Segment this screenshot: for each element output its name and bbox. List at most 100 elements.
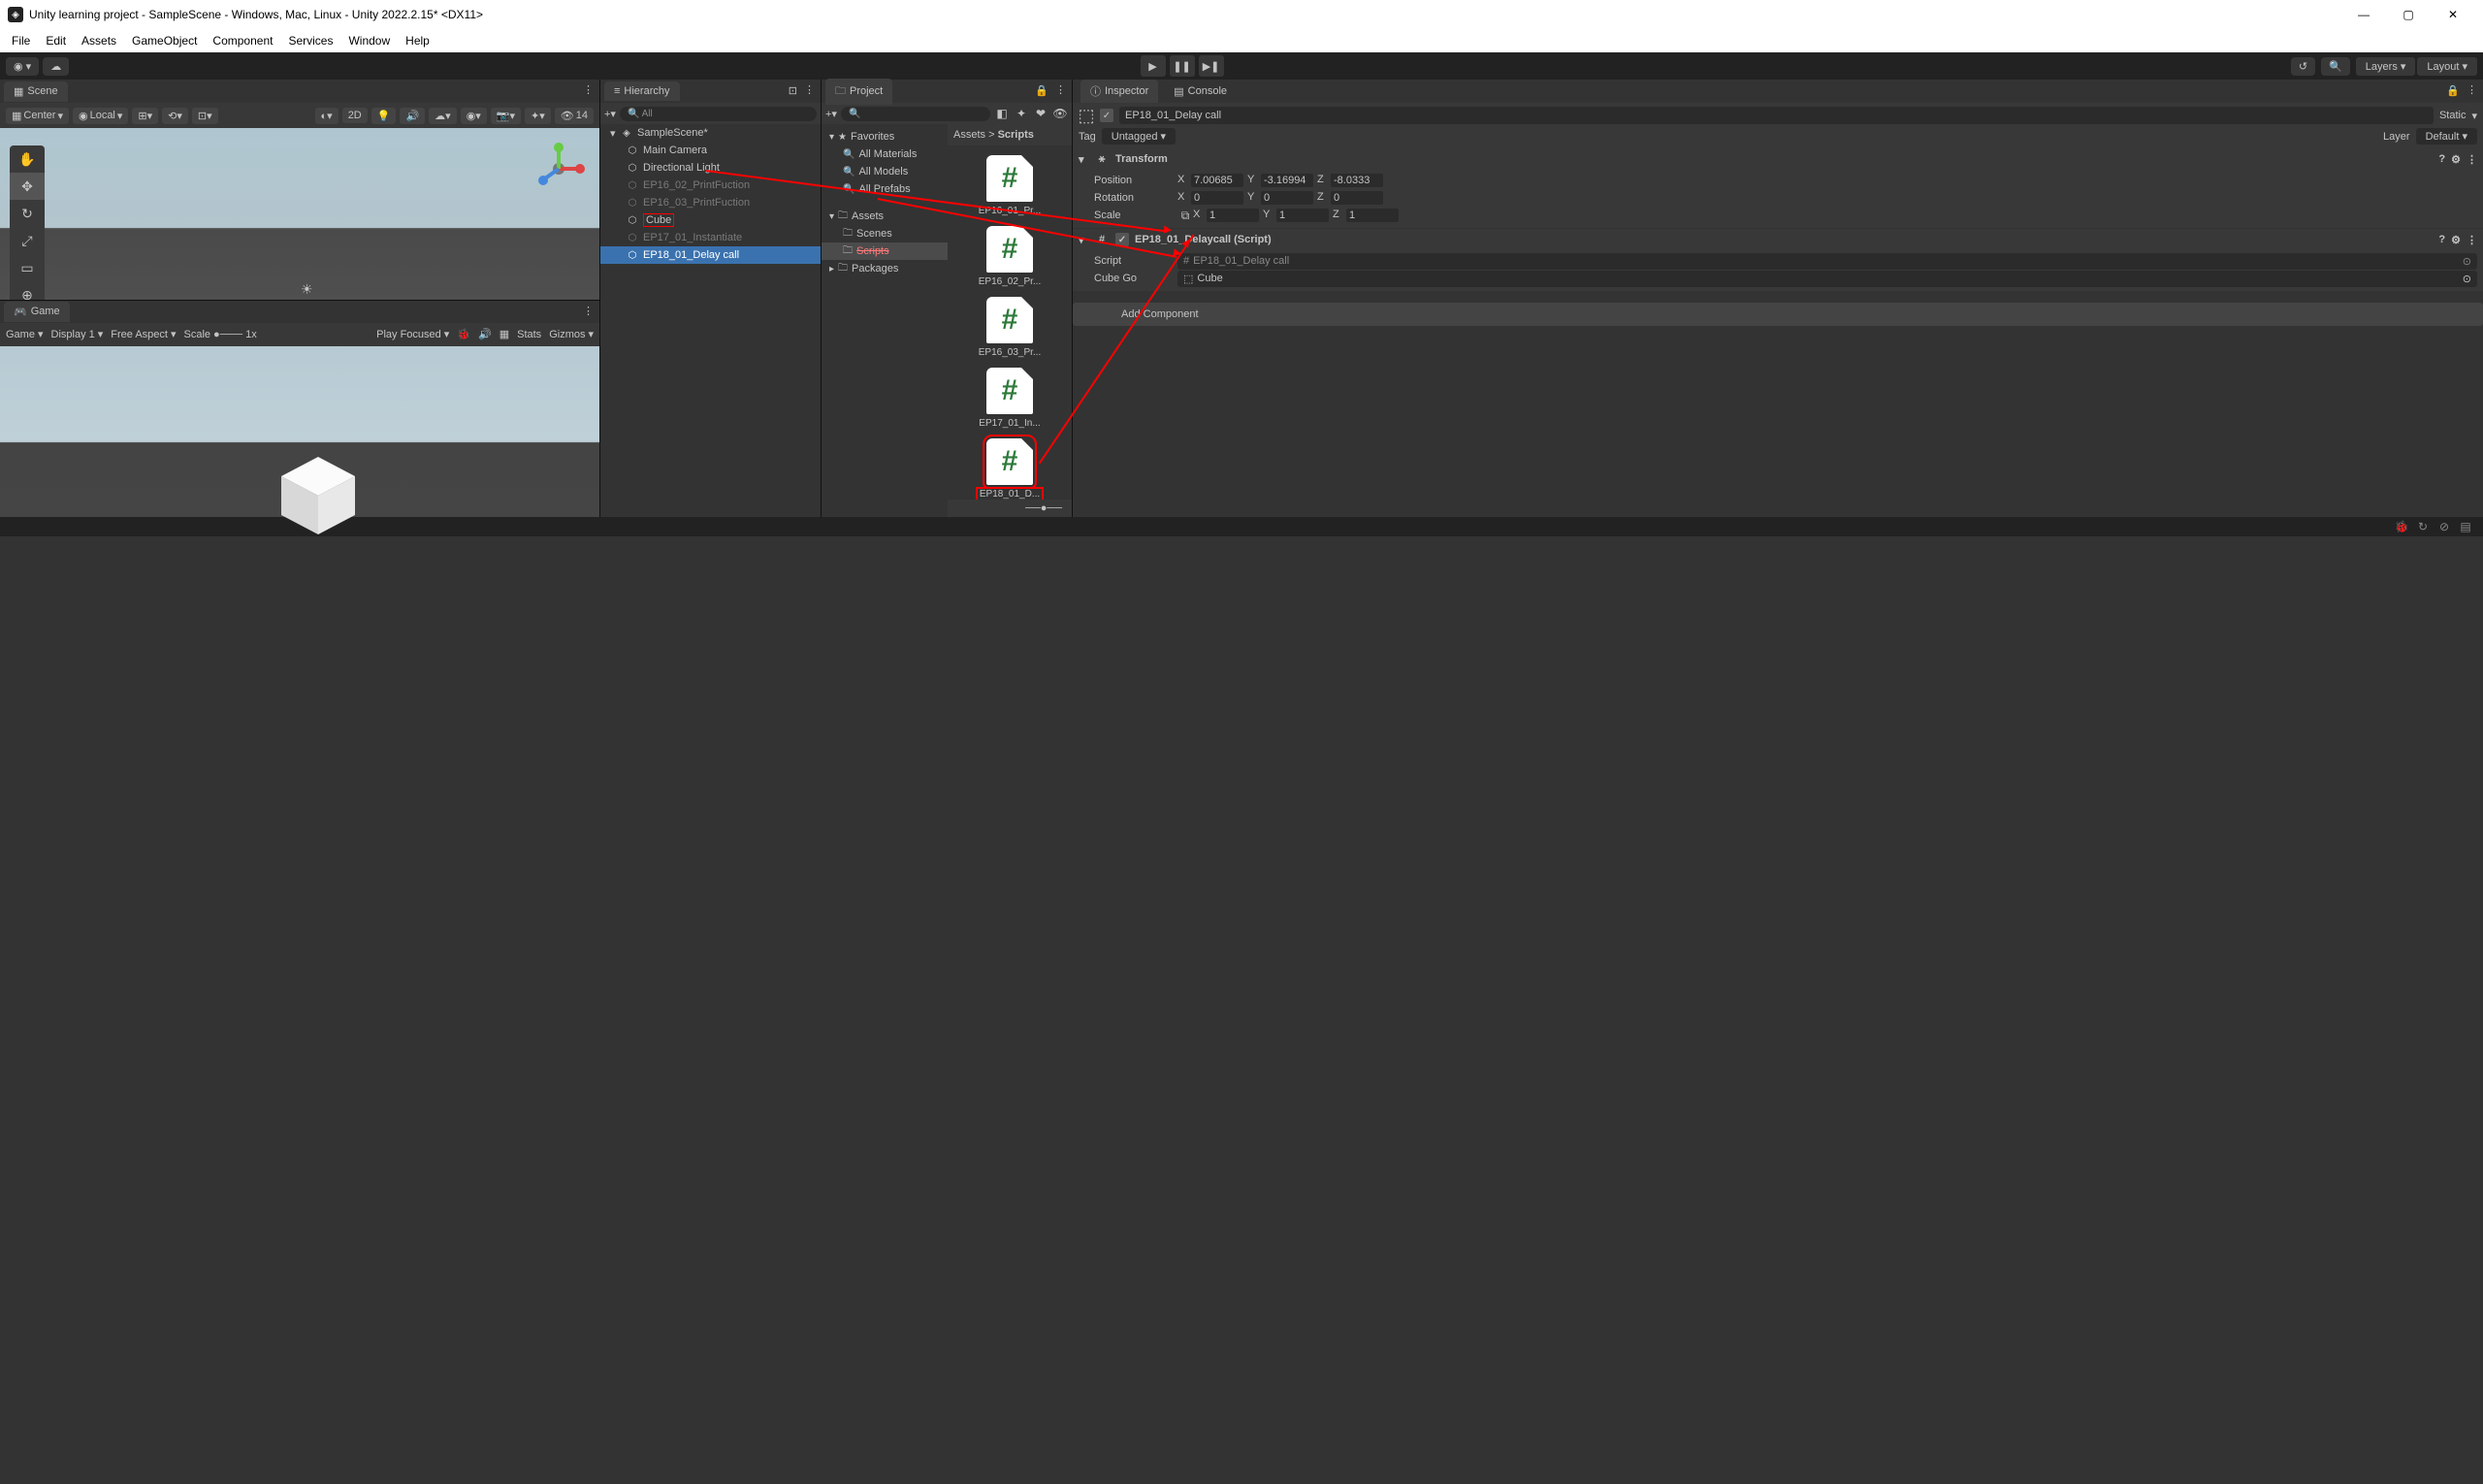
scene-panel-menu[interactable]: ⋮ <box>583 83 594 96</box>
game-mute-icon[interactable]: 🔊 <box>478 328 492 340</box>
stats-toggle[interactable]: Stats <box>517 329 541 340</box>
hierarchy-maximize-icon[interactable]: ⊡ <box>789 84 797 97</box>
inspector-panel-menu[interactable]: ⋮ <box>2467 83 2477 96</box>
project-breadcrumb[interactable]: Assets > Scripts <box>948 124 1072 145</box>
rotation-z-input[interactable] <box>1331 191 1383 205</box>
aspect-dropdown[interactable]: Free Aspect▾ <box>111 328 176 340</box>
lighting-toggle[interactable]: 💡 <box>371 108 397 124</box>
layout-dropdown[interactable]: Layout ▾ <box>2417 57 2477 76</box>
menu-gameobject[interactable]: GameObject <box>124 31 205 50</box>
status-network-icon[interactable]: ⊘ <box>2436 519 2452 534</box>
script-asset[interactable]: # EP16_01_Pr... <box>973 155 1047 216</box>
hierarchy-panel-menu[interactable]: ⋮ <box>804 83 815 96</box>
tag-dropdown[interactable]: Untagged ▾ <box>1102 128 1176 145</box>
component-menu-icon[interactable]: ⋮ <box>2467 153 2477 166</box>
script-asset-highlighted[interactable]: # EP18_01_D... <box>973 438 1047 500</box>
static-dropdown[interactable]: ▾ <box>2471 110 2477 122</box>
maximize-button[interactable]: ▢ <box>2386 0 2431 29</box>
gizmos-toggle[interactable]: Gizmos▾ <box>549 328 594 340</box>
rotation-x-input[interactable] <box>1191 191 1243 205</box>
scale-z-input[interactable] <box>1346 209 1399 222</box>
menu-help[interactable]: Help <box>398 31 437 50</box>
game-view[interactable] <box>0 346 599 518</box>
gameobject-active-checkbox[interactable]: ✓ <box>1100 109 1113 122</box>
grid-snap-button[interactable]: ⊞▾ <box>132 108 158 124</box>
menu-component[interactable]: Component <box>205 31 280 50</box>
game-vsync-icon[interactable]: ▦ <box>500 328 509 340</box>
project-packages-folder[interactable]: ▸🗀Packages <box>822 260 948 277</box>
script-component-header[interactable]: ▾ # ✓ EP18_01_Delaycall (Script) ? ⚙ ⋮ <box>1073 229 2483 250</box>
hand-tool[interactable]: ✋ <box>10 145 45 173</box>
hierarchy-scene-row[interactable]: ▾ ◈ SampleScene* <box>600 124 821 142</box>
gizmos-dropdown[interactable]: ✦▾ <box>525 108 551 124</box>
project-favorites[interactable]: ▾★Favorites <box>822 128 948 145</box>
hidden-objects-count[interactable]: 👁14 <box>555 108 594 124</box>
hierarchy-item-cube[interactable]: ⬡ Cube <box>600 211 821 229</box>
position-z-input[interactable] <box>1331 174 1383 187</box>
hierarchy-item-selected[interactable]: ⬡ EP18_01_Delay call <box>600 246 821 264</box>
hierarchy-item[interactable]: ⬡ EP17_01_Instantiate <box>600 229 821 246</box>
component-help-icon[interactable]: ? <box>2438 234 2445 245</box>
project-fav-item[interactable]: 🔍All Prefabs <box>822 180 948 198</box>
game-tab[interactable]: 🎮 Game <box>4 302 70 322</box>
audio-toggle[interactable]: 🔊 <box>400 108 425 124</box>
script-asset[interactable]: # EP17_01_In... <box>973 368 1047 429</box>
game-debug-icon[interactable]: 🐞 <box>457 328 470 340</box>
transform-tool[interactable]: ⊕ <box>10 281 45 300</box>
hierarchy-search-input[interactable]: 🔍 All <box>620 107 817 121</box>
hierarchy-item[interactable]: ⬡ Main Camera <box>600 142 821 159</box>
project-search-input[interactable]: 🔍 <box>841 107 990 121</box>
script-asset[interactable]: # EP16_02_Pr... <box>973 226 1047 287</box>
play-focused-dropdown[interactable]: Play Focused▾ <box>376 328 449 340</box>
close-button[interactable]: ✕ <box>2431 0 2475 29</box>
hierarchy-item[interactable]: ⬡ Directional Light <box>600 159 821 177</box>
hierarchy-item[interactable]: ⬡ EP16_02_PrintFuction <box>600 177 821 194</box>
scale-slider[interactable]: Scale ●─── 1x <box>184 329 257 340</box>
snap-settings-button[interactable]: ⊡▾ <box>192 108 218 124</box>
console-tab[interactable]: ▤ Console <box>1164 81 1237 102</box>
project-lock-icon[interactable]: 🔒 <box>1035 84 1048 97</box>
menu-window[interactable]: Window <box>340 31 398 50</box>
undo-history-button[interactable]: ↺ <box>2291 57 2315 76</box>
scale-x-input[interactable] <box>1207 209 1259 222</box>
scene-tab[interactable]: ▦ Scene <box>4 81 68 102</box>
component-help-icon[interactable]: ? <box>2438 153 2445 165</box>
component-enabled-checkbox[interactable]: ✓ <box>1115 233 1129 246</box>
project-panel-menu[interactable]: ⋮ <box>1055 83 1066 96</box>
cloud-button[interactable]: ☁ <box>43 57 69 76</box>
minimize-button[interactable]: — <box>2341 0 2386 29</box>
game-panel-menu[interactable]: ⋮ <box>583 305 594 317</box>
camera-settings[interactable]: 📷▾ <box>491 108 521 124</box>
component-preset-icon[interactable]: ⚙ <box>2451 153 2461 166</box>
hierarchy-tree[interactable]: ▾ ◈ SampleScene* ⬡ Main Camera ⬡ Directi… <box>600 124 821 517</box>
project-fav-item[interactable]: 🔍All Models <box>822 163 948 180</box>
handle-rotation-dropdown[interactable]: ◉Local▾ <box>73 108 128 124</box>
position-y-input[interactable] <box>1261 174 1313 187</box>
project-filter-label-icon[interactable]: ✦ <box>1014 106 1029 121</box>
scale-y-input[interactable] <box>1276 209 1329 222</box>
project-hidden-icon[interactable]: 👁 <box>1052 106 1068 121</box>
scale-link-icon[interactable]: ⧉ <box>1177 208 1193 223</box>
object-picker-icon[interactable]: ⊙ <box>2463 273 2471 285</box>
inspector-tab[interactable]: ⓘ Inspector <box>1080 80 1158 103</box>
project-folder-tree[interactable]: ▾★Favorites 🔍All Materials 🔍All Models 🔍… <box>822 124 948 517</box>
snap-increment-button[interactable]: ⟲▾ <box>162 108 188 124</box>
component-preset-icon[interactable]: ⚙ <box>2451 234 2461 246</box>
status-cache-icon[interactable]: ▤ <box>2458 519 2473 534</box>
account-dropdown[interactable]: ◉ ▾ <box>6 57 39 76</box>
hierarchy-item[interactable]: ⬡ EP16_03_PrintFuction <box>600 194 821 211</box>
project-create-dropdown[interactable]: +▾ <box>825 108 837 120</box>
menu-assets[interactable]: Assets <box>74 31 124 50</box>
rect-tool[interactable]: ▭ <box>10 254 45 281</box>
project-folder[interactable]: 🗀Scenes <box>822 225 948 242</box>
project-tab[interactable]: 🗀 Project <box>825 79 892 105</box>
status-bug-icon[interactable]: 🐞 <box>2394 519 2409 534</box>
draw-mode-dropdown[interactable]: ◐▾ <box>315 108 339 124</box>
orientation-gizmo[interactable] <box>532 142 586 196</box>
project-assets-folder[interactable]: ▾🗀Assets <box>822 208 948 225</box>
menu-services[interactable]: Services <box>280 31 340 50</box>
rotate-tool[interactable]: ↻ <box>10 200 45 227</box>
pivot-mode-dropdown[interactable]: ▦Center▾ <box>6 108 69 124</box>
rotation-y-input[interactable] <box>1261 191 1313 205</box>
menu-edit[interactable]: Edit <box>38 31 74 50</box>
